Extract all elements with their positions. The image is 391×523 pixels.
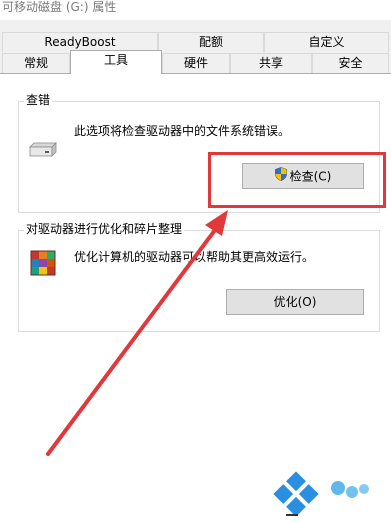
tab-tools[interactable]: 工具 [70, 50, 162, 74]
annotation-arrow [46, 210, 228, 456]
